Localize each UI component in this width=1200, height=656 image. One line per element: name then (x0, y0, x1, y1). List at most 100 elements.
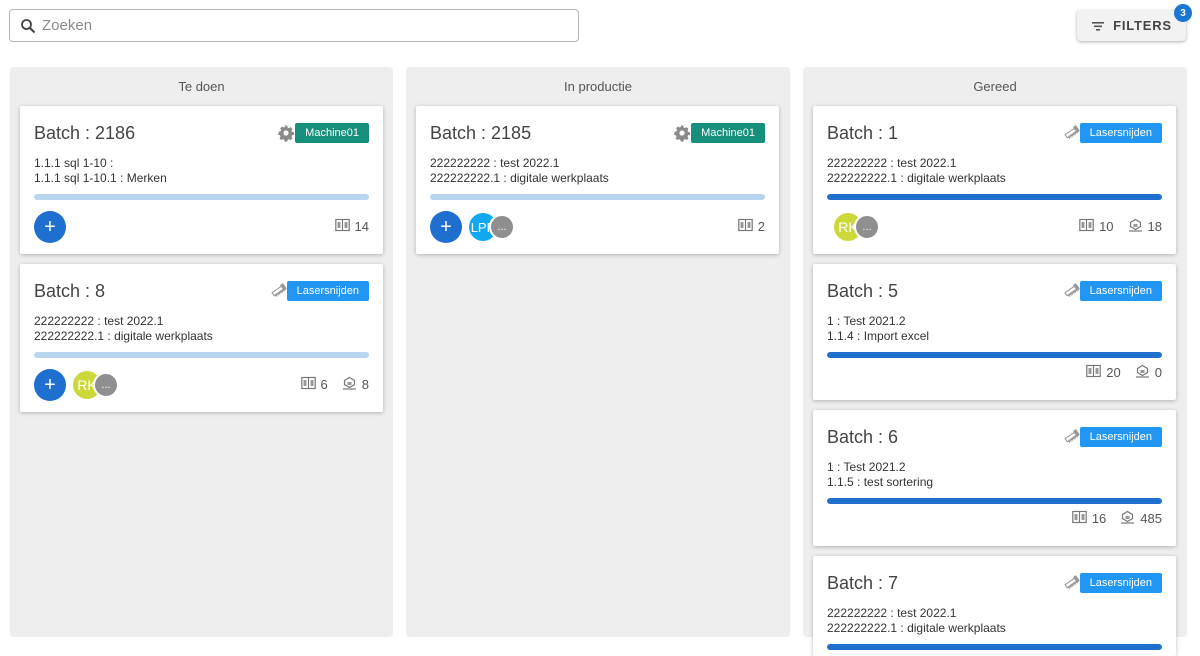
card-line: 222222222.1 : digitale werkplaats (827, 621, 1006, 635)
card-line: 1.1.1 sql 1-10 : (34, 156, 114, 170)
column-title: Gereed (973, 78, 1017, 94)
parts-icon (1128, 218, 1143, 235)
card-stats: 10 18 (1079, 218, 1162, 235)
parts-icon (1120, 510, 1135, 527)
card-title: Batch : 2185 (430, 123, 532, 143)
stat: 20 (1086, 364, 1121, 381)
assignees: + (34, 211, 66, 243)
progress-bar (827, 194, 1162, 200)
card-stats: 2 (737, 218, 765, 235)
search-input[interactable] (42, 17, 542, 34)
batch-card[interactable]: Batch : 5 Lasersnijden 1 : Test 2021.2 1.1.… (813, 264, 1176, 400)
machine-tag: Lasersnijden (1079, 281, 1162, 301)
card-line: 1.1.5 : test sortering (827, 475, 934, 489)
stat: 2 (737, 218, 765, 235)
stat-value: 14 (354, 219, 369, 234)
progress-bar (827, 498, 1162, 504)
card-line: 222222222 : test 2022.1 (827, 156, 957, 170)
sheets-icon (1072, 510, 1087, 527)
machine-tag: Machine01 (295, 123, 369, 143)
card-lines: 222222222 : test 2022.1 222222222.1 : dig… (827, 606, 1006, 636)
card-line: 1.1.1 sql 1-10.1 : Merken (34, 171, 167, 185)
card-stats: 20 0 (1086, 364, 1162, 381)
search-field[interactable] (9, 9, 579, 42)
filters-button[interactable]: FILTERS 3 (1077, 4, 1192, 41)
card-line: 222222222.1 : digitale werkplaats (430, 171, 609, 185)
card-title: Batch : 1 (827, 123, 899, 143)
machine-tag: Lasersnijden (1079, 123, 1162, 143)
saw-icon (1063, 428, 1081, 446)
stat-value: 6 (320, 377, 328, 392)
assignees: + RK... (34, 369, 119, 401)
more-assignees-avatar[interactable]: ... (93, 372, 119, 398)
stat-value: 20 (1106, 365, 1121, 380)
progress-fill (827, 194, 1162, 200)
card-lines: 222222222 : test 2022.1 222222222.1 : dig… (430, 156, 609, 186)
saw-icon (1063, 282, 1081, 300)
saw-icon (1063, 124, 1081, 142)
column-in-productie: In productie Batch : 2185 Machine01 222222… (406, 67, 790, 637)
card-lines: 222222222 : test 2022.1 222222222.1 : dig… (34, 314, 213, 344)
column-title: In productie (564, 78, 632, 94)
parts-icon (342, 376, 357, 393)
filter-icon (1092, 21, 1105, 31)
card-title: Batch : 7 (827, 573, 899, 593)
batch-card[interactable]: Batch : 7 Lasersnijden 222222222 : test 20… (813, 556, 1176, 656)
progress-bar (827, 352, 1162, 358)
card-line: 222222222.1 : digitale werkplaats (34, 329, 213, 343)
batch-card[interactable]: Batch : 8 Lasersnijden 222222222 : test 20… (20, 264, 383, 412)
stat: 0 (1135, 364, 1162, 381)
batch-card[interactable]: Batch : 2185 Machine01 222222222 : test 20… (416, 106, 779, 254)
card-lines: 1 : Test 2021.2 1.1.5 : test sortering (827, 460, 933, 490)
parts-icon (1135, 364, 1150, 381)
card-title: Batch : 6 (827, 427, 899, 447)
machine-tag: Lasersnijden (286, 281, 369, 301)
stat: 6 (300, 376, 328, 393)
stat: 485 (1120, 510, 1162, 527)
batch-card[interactable]: Batch : 6 Lasersnijden 1 : Test 2021.2 1.1.… (813, 410, 1176, 546)
more-assignees-avatar[interactable]: ... (489, 214, 515, 240)
card-stats: 16 485 (1072, 510, 1162, 527)
card-line: 222222222 : test 2022.1 (430, 156, 560, 170)
column-gereed: Gereed Batch : 1 Lasersnijden 222222222 : … (803, 67, 1187, 656)
progress-bar (430, 194, 765, 200)
machine-tag: Lasersnijden (1079, 573, 1162, 593)
saw-icon (270, 282, 288, 300)
card-title: Batch : 2186 (34, 123, 136, 143)
card-stats: 14 (334, 218, 369, 235)
batch-card[interactable]: Batch : 2186 Machine01 1.1.1 sql 1-10 :1.1… (20, 106, 383, 254)
sheets-icon (300, 376, 316, 393)
card-title: Batch : 5 (827, 281, 899, 301)
card-title: Batch : 8 (34, 281, 106, 301)
stat-value: 8 (361, 377, 369, 392)
card-stats: 68 (300, 376, 369, 393)
stat: 18 (1128, 218, 1162, 235)
sheets-icon (737, 218, 753, 235)
filters-label: FILTERS (1113, 18, 1172, 33)
stat-value: 16 (1091, 511, 1107, 526)
add-assignee-button[interactable]: + (34, 369, 66, 401)
card-lines: 1 : Test 2021.2 1.1.4 : Import excel (827, 314, 929, 344)
card-line: 222222222 : test 2022.1 (34, 314, 164, 328)
card-line: 1 : Test 2021.2 (827, 460, 906, 474)
add-assignee-button[interactable]: + (430, 211, 462, 243)
progress-fill (827, 644, 1162, 650)
batch-card[interactable]: Batch : 1 Lasersnijden 222222222 : test 20… (813, 106, 1176, 254)
card-line: 222222222 : test 2022.1 (827, 606, 957, 620)
stat-value: 10 (1099, 219, 1114, 234)
more-assignees-avatar[interactable]: ... (854, 214, 880, 240)
stat-value: 18 (1147, 219, 1162, 234)
card-lines: 1.1.1 sql 1-10 :1.1.1 sql 1-10.1 : Merke… (34, 156, 167, 186)
sheets-icon (334, 218, 350, 235)
search-icon (21, 18, 36, 33)
stat: 10 (1079, 218, 1114, 235)
column-title: Te doen (178, 78, 225, 94)
assignees: RK... (827, 211, 880, 243)
card-line: 1.1.4 : Import excel (827, 329, 930, 343)
filters-count-badge: 3 (1174, 4, 1192, 22)
progress-bar (34, 352, 369, 358)
gear-icon (673, 124, 691, 142)
machine-tag: Lasersnijden (1079, 427, 1162, 447)
add-assignee-button[interactable]: + (34, 211, 66, 243)
card-line: 1 : Test 2021.2 (827, 314, 906, 328)
